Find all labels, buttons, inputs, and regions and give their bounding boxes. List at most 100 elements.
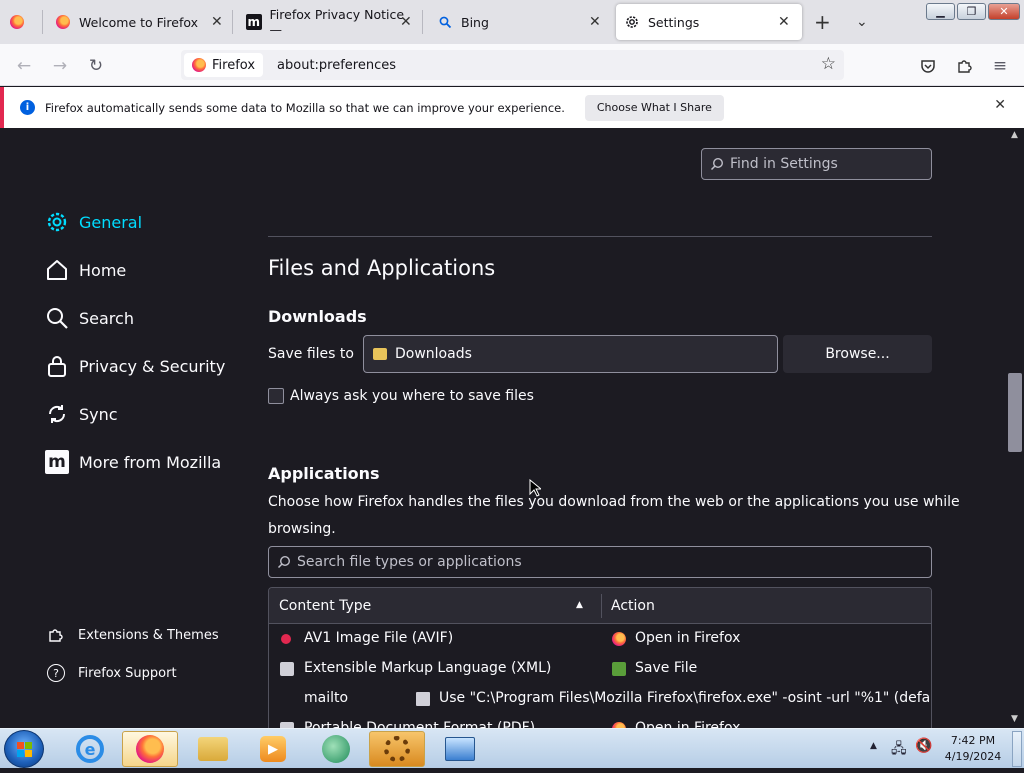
volume-muted-icon[interactable]: 🔇	[915, 738, 932, 754]
mouse-cursor-icon	[529, 479, 541, 497]
restore-button[interactable]: ❐	[957, 3, 986, 20]
always-ask-checkbox[interactable]	[268, 388, 284, 404]
close-tab-icon[interactable]: ✕	[211, 14, 223, 30]
content-type-cell: Extensible Markup Language (XML)	[304, 660, 552, 676]
list-all-tabs-button[interactable]: ⌄	[856, 0, 876, 44]
column-header-content-type[interactable]: Content Type	[279, 598, 371, 614]
taskbar-media-player[interactable]: ▶	[245, 731, 301, 767]
category-label: Sync	[79, 404, 118, 424]
category-privacy[interactable]: Privacy & Security	[45, 354, 225, 378]
network-icon[interactable]: 🖧	[891, 738, 907, 762]
divider	[268, 236, 932, 237]
firefox-icon	[55, 14, 71, 30]
applications-description-line2: browsing.	[268, 521, 336, 537]
search-icon	[710, 157, 724, 171]
app-menu-button[interactable]: ≡	[987, 53, 1013, 79]
scroll-down-icon[interactable]: ▼	[1011, 714, 1018, 724]
scrollbar-thumb[interactable]	[1008, 373, 1022, 452]
content-type-cell: Portable Document Format (PDF)	[304, 720, 536, 728]
hamburger-icon: ≡	[992, 56, 1008, 76]
taskbar-settings-app[interactable]	[369, 731, 425, 767]
search-placeholder: Search file types or applications	[297, 554, 522, 570]
show-hidden-icons[interactable]: ▲	[870, 741, 877, 751]
data-notification-bar: i Firefox automatically sends some data …	[0, 87, 1024, 128]
category-general[interactable]: General	[45, 210, 142, 234]
action-cell[interactable]: Save File	[635, 660, 697, 676]
category-home[interactable]: Home	[45, 258, 126, 282]
media-player-icon: ▶	[260, 736, 286, 762]
extensions-button[interactable]	[951, 53, 977, 79]
table-header: Content Type ▲ Action	[269, 588, 931, 624]
category-label: General	[79, 212, 143, 232]
action-cell[interactable]: Open in Firefox	[635, 630, 740, 646]
close-tab-icon[interactable]: ✕	[589, 14, 601, 30]
tab-welcome[interactable]: Welcome to Firefox ✕	[55, 0, 230, 44]
vertical-scrollbar[interactable]: ▲ ▼	[1006, 128, 1024, 728]
table-row[interactable]: Portable Document Format (PDF) Open in F…	[269, 714, 931, 728]
extensions-themes-link[interactable]: Extensions & Themes	[47, 626, 219, 644]
tab-privacy-notice[interactable]: m Firefox Privacy Notice — ✕	[246, 0, 416, 44]
url-text[interactable]: about:preferences	[277, 58, 396, 73]
table-row[interactable]: mailto Use "C:\Program Files\Mozilla Fir…	[269, 684, 931, 714]
category-sync[interactable]: Sync	[45, 402, 118, 426]
reload-button[interactable]: ↻	[83, 53, 109, 79]
reload-icon: ↻	[88, 56, 104, 76]
table-row[interactable]: Extensible Markup Language (XML) Save Fi…	[269, 654, 931, 684]
bookmark-star-icon[interactable]: ☆	[821, 54, 836, 74]
taskbar-firefox[interactable]	[122, 731, 178, 767]
gear-icon	[384, 736, 410, 762]
identity-box[interactable]: Firefox	[184, 53, 264, 77]
category-more-from-mozilla[interactable]: m More from Mozilla	[45, 450, 221, 474]
gear-icon	[624, 14, 640, 30]
taskbar-control-panel[interactable]	[432, 731, 488, 767]
info-icon: i	[20, 100, 35, 115]
lock-icon	[45, 354, 69, 378]
taskbar-network-app[interactable]	[308, 731, 364, 767]
taskbar-file-explorer[interactable]	[185, 731, 241, 767]
back-button[interactable]: ←	[11, 53, 37, 79]
browse-button[interactable]: Browse...	[783, 335, 932, 373]
close-tab-icon[interactable]: ✕	[778, 14, 790, 30]
plus-icon: +	[814, 10, 831, 34]
always-ask-label[interactable]: Always ask you where to save files	[290, 388, 534, 404]
action-cell[interactable]: Use "C:\Program Files\Mozilla Firefox\fi…	[439, 690, 931, 706]
search-file-types-input[interactable]: Search file types or applications	[268, 546, 932, 578]
home-icon	[45, 258, 69, 282]
tab-settings[interactable]: Settings ✕	[616, 4, 802, 40]
download-folder-value: Downloads	[395, 346, 472, 362]
close-tab-icon[interactable]: ✕	[400, 14, 412, 30]
clock-time: 7:42 PM	[950, 734, 996, 747]
link-label: Extensions & Themes	[78, 627, 219, 643]
firefox-support-link[interactable]: ? Firefox Support	[47, 664, 177, 682]
column-header-action[interactable]: Action	[611, 598, 655, 614]
firefox-view-button[interactable]	[10, 0, 30, 44]
close-window-button[interactable]: ✕	[988, 3, 1020, 20]
scroll-up-icon[interactable]: ▲	[1011, 130, 1018, 140]
action-cell[interactable]: Open in Firefox	[635, 720, 740, 728]
sort-ascending-icon: ▲	[576, 600, 583, 610]
category-search[interactable]: Search	[45, 306, 134, 330]
tab-strip: Welcome to Firefox ✕ m Firefox Privacy N…	[0, 0, 1024, 44]
forward-button[interactable]: →	[47, 53, 73, 79]
url-bar[interactable]: Firefox about:preferences ☆	[181, 50, 844, 80]
choose-what-i-share-button[interactable]: Choose What I Share	[584, 94, 724, 121]
nav-toolbar: ← → ↻ Firefox about:preferences ☆ ≡	[0, 44, 1024, 86]
close-icon[interactable]: ✕	[994, 97, 1006, 113]
tab-bing[interactable]: Bing ✕	[437, 0, 607, 44]
show-desktop-button[interactable]	[1012, 731, 1022, 767]
pocket-button[interactable]	[915, 53, 941, 79]
folder-icon	[373, 348, 387, 360]
taskbar-internet-explorer[interactable]: e	[62, 731, 118, 767]
mozilla-m-icon: m	[45, 450, 69, 474]
table-row[interactable]: AV1 Image File (AVIF) Open in Firefox	[269, 624, 931, 654]
globe-icon	[322, 735, 350, 763]
mozilla-m-icon: m	[246, 14, 262, 30]
minimize-button[interactable]: ▁	[926, 3, 955, 20]
settings-page: Find in Settings General Home Search Pri…	[0, 128, 1024, 728]
new-tab-button[interactable]: +	[814, 0, 834, 44]
system-clock[interactable]: 7:42 PM 4/19/2024	[940, 733, 1006, 765]
find-in-settings-input[interactable]: Find in Settings	[701, 148, 932, 180]
start-button[interactable]	[4, 730, 44, 768]
find-placeholder: Find in Settings	[730, 156, 838, 172]
help-icon: ?	[47, 664, 65, 682]
